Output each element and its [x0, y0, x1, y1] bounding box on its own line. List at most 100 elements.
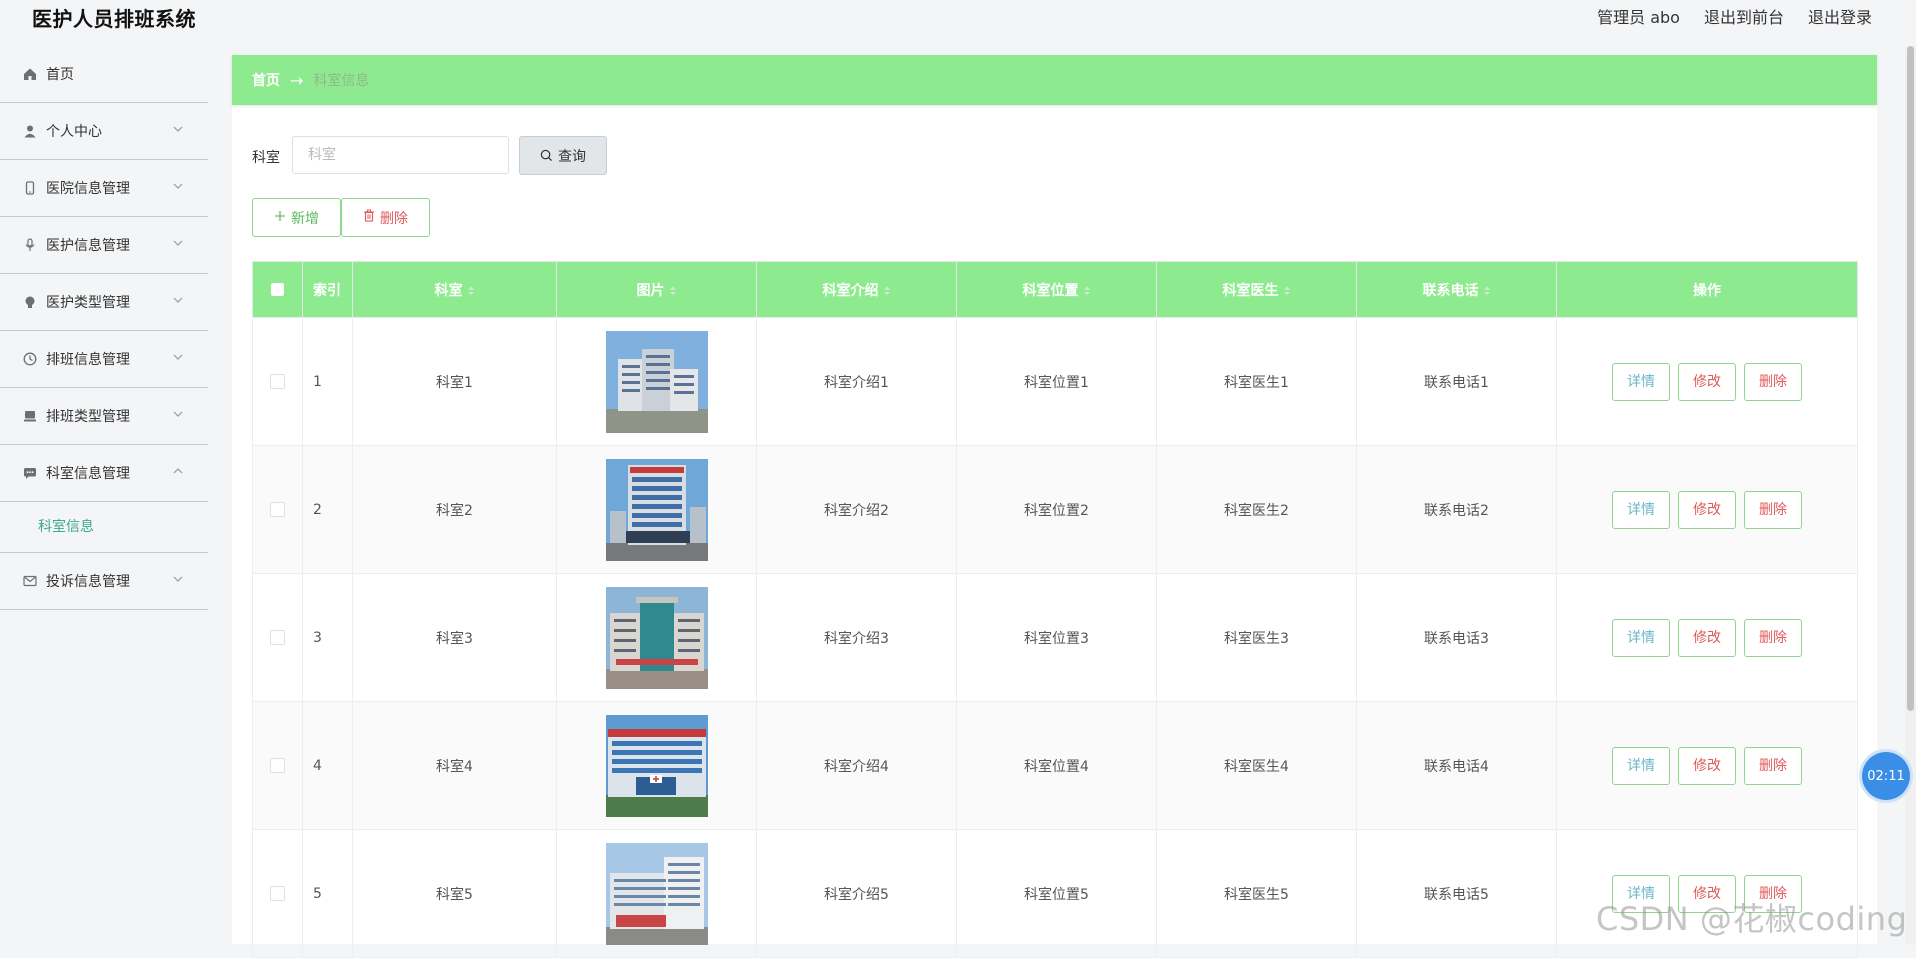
cell-image: [556, 445, 757, 574]
sidebar-item-department[interactable]: 科室信息管理: [0, 445, 208, 502]
row-checkbox[interactable]: [270, 758, 285, 773]
sidebar-item-label: 个人中心: [46, 124, 102, 140]
sort-icon[interactable]: [669, 285, 677, 297]
sidebar-item-home[interactable]: 首页: [0, 46, 208, 103]
top-bar: 医护人员排班系统 管理员 abo 退出到前台 退出登录: [0, 0, 1916, 36]
sidebar-item-label: 排班类型管理: [46, 409, 130, 425]
header-doctor[interactable]: 科室医生: [1156, 261, 1357, 318]
row-select-cell: [252, 573, 303, 702]
chevron-down-icon: [173, 411, 183, 417]
header-image[interactable]: 图片: [556, 261, 757, 318]
sidebar-item-label: 排班信息管理: [46, 352, 130, 368]
cell-keshi: 科室1: [352, 317, 557, 446]
building-image: [605, 586, 708, 689]
phone-icon: [22, 180, 38, 196]
edit-button[interactable]: 修改: [1678, 746, 1736, 785]
sort-icon[interactable]: [467, 285, 475, 297]
search-button-label: 查询: [558, 148, 586, 165]
cell-intro: 科室介绍4: [756, 701, 957, 830]
sidebar-item-schedule[interactable]: 排班信息管理: [0, 331, 208, 388]
edit-button[interactable]: 修改: [1678, 618, 1736, 657]
sidebar-item-label: 投诉信息管理: [46, 574, 130, 590]
sidebar: 首页 个人中心 医院信息管理 医护信息管理 医护类型管理 排班信息管理 排班类型…: [0, 46, 208, 610]
cell-image: [556, 317, 757, 446]
sidebar-item-medtype[interactable]: 医护类型管理: [0, 274, 208, 331]
row-checkbox[interactable]: [270, 374, 285, 389]
row-checkbox[interactable]: [270, 886, 285, 901]
department-table: 索引 科室 图片 科室介绍 科室位置 科室医生 联系电话 操作 1 科室1 科室…: [252, 261, 1858, 958]
row-select-cell: [252, 829, 303, 958]
sidebar-item-label: 医院信息管理: [46, 181, 130, 197]
main-content: 首页 → 科室信息 科室 查询 新增 删除 索引 科室 图片 科室介绍: [232, 55, 1877, 958]
building-image: [605, 458, 708, 561]
watermark: CSDN @花椒coding: [1596, 900, 1908, 938]
detail-button[interactable]: 详情: [1612, 746, 1670, 785]
laptop-icon: [22, 408, 38, 424]
add-button[interactable]: 新增: [252, 198, 341, 237]
breadcrumb: 首页 → 科室信息: [232, 55, 1877, 105]
sidebar-item-complaint[interactable]: 投诉信息管理: [0, 553, 208, 610]
detail-button[interactable]: 详情: [1612, 618, 1670, 657]
select-all-checkbox[interactable]: [271, 283, 284, 296]
user-label[interactable]: 管理员 abo: [1597, 4, 1680, 28]
header-intro[interactable]: 科室介绍: [756, 261, 957, 318]
front-link[interactable]: 退出到前台: [1704, 4, 1784, 28]
cell-index: 1: [302, 317, 353, 446]
header-select-all[interactable]: [252, 261, 303, 318]
edit-button[interactable]: 修改: [1678, 490, 1736, 529]
logout-link[interactable]: 退出登录: [1808, 4, 1872, 28]
cell-phone: 联系电话1: [1356, 317, 1557, 446]
header-keshi[interactable]: 科室: [352, 261, 557, 318]
sort-icon[interactable]: [1483, 285, 1491, 297]
breadcrumb-arrow-icon: →: [290, 70, 304, 90]
table-row: 1 科室1 科室介绍1 科室位置1 科室医生1 联系电话1 详情 修改 删除: [252, 317, 1858, 446]
home-icon: [22, 66, 38, 82]
cell-doctor: 科室医生5: [1156, 829, 1357, 958]
sort-icon[interactable]: [1083, 285, 1091, 297]
search-input[interactable]: [292, 136, 509, 174]
row-checkbox[interactable]: [270, 630, 285, 645]
row-delete-button[interactable]: 删除: [1744, 618, 1802, 657]
cell-location: 科室位置5: [956, 829, 1157, 958]
scrollbar-thumb[interactable]: [1907, 46, 1914, 711]
cell-location: 科室位置2: [956, 445, 1157, 574]
sidebar-item-hospital[interactable]: 医院信息管理: [0, 160, 208, 217]
row-select-cell: [252, 701, 303, 830]
timer-badge[interactable]: 02:11: [1862, 752, 1910, 800]
sidebar-item-medstaff[interactable]: 医护信息管理: [0, 217, 208, 274]
cell-image: [556, 701, 757, 830]
cell-doctor: 科室医生3: [1156, 573, 1357, 702]
delete-button[interactable]: 删除: [341, 198, 430, 237]
building-image: [605, 842, 708, 945]
sidebar-item-scheduletype[interactable]: 排班类型管理: [0, 388, 208, 445]
detail-button[interactable]: 详情: [1612, 490, 1670, 529]
submenu-item-department-info[interactable]: 科室信息: [0, 502, 208, 552]
cell-ops: 详情 修改 删除: [1556, 317, 1858, 446]
add-button-label: 新增: [291, 210, 319, 227]
department-submenu: 科室信息: [0, 502, 208, 553]
sort-icon[interactable]: [883, 285, 891, 297]
header-phone[interactable]: 联系电话: [1356, 261, 1557, 318]
sort-icon[interactable]: [1283, 285, 1291, 297]
page-scrollbar[interactable]: [1905, 46, 1916, 944]
row-delete-button[interactable]: 删除: [1744, 490, 1802, 529]
cell-intro: 科室介绍1: [756, 317, 957, 446]
edit-button[interactable]: 修改: [1678, 362, 1736, 401]
sidebar-item-personal[interactable]: 个人中心: [0, 103, 208, 160]
row-delete-button[interactable]: 删除: [1744, 746, 1802, 785]
chevron-down-icon: [173, 297, 183, 303]
plus-icon: [274, 210, 286, 226]
table-header-row: 索引 科室 图片 科室介绍 科室位置 科室医生 联系电话 操作: [252, 261, 1858, 318]
detail-button[interactable]: 详情: [1612, 362, 1670, 401]
header-location[interactable]: 科室位置: [956, 261, 1157, 318]
app-title: 医护人员排班系统: [32, 7, 196, 31]
chevron-down-icon: [173, 126, 183, 132]
trash-icon: [363, 209, 375, 226]
breadcrumb-home[interactable]: 首页: [252, 70, 280, 90]
row-checkbox[interactable]: [270, 502, 285, 517]
cell-doctor: 科室医生1: [1156, 317, 1357, 446]
header-label: 科室: [434, 282, 463, 299]
cell-keshi: 科室3: [352, 573, 557, 702]
search-button[interactable]: 查询: [519, 136, 607, 175]
row-delete-button[interactable]: 删除: [1744, 362, 1802, 401]
